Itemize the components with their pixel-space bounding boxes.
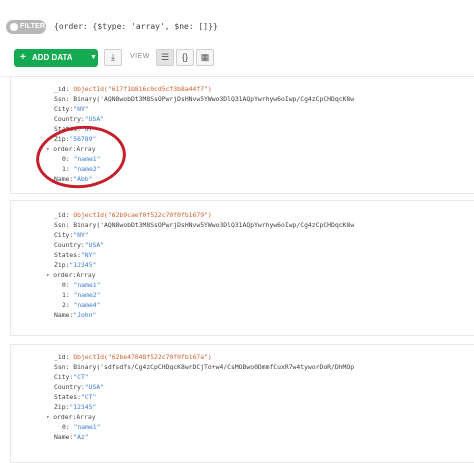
list-view-icon: ☰	[160, 52, 170, 62]
doc-field-country: Country:"USA"	[54, 383, 105, 391]
doc-field-ssn: Ssn: Binary('sdfsdfs/Cg4zCpCHDqcK8wrDCjT…	[54, 363, 355, 371]
doc-array-item: 0: "name1"	[62, 423, 101, 431]
add-data-button[interactable]: + ADD DATA ▼	[14, 49, 98, 67]
doc-array-item: 2: "name4"	[62, 301, 101, 309]
import-icon: ⤓	[111, 52, 115, 62]
doc-field-ssn: Ssn: Binary('AQN8wobDt3M8SsOPwrjDsHNvw5Y…	[54, 95, 355, 103]
filter-chip[interactable]: FILTER	[6, 20, 46, 34]
doc-field-name: Name:"John"	[54, 311, 97, 319]
doc-field-order[interactable]: ▾ order:Array	[46, 270, 96, 280]
doc-field-id: _id: ObjectId("62be47048f522c70f0fb167a"…	[54, 353, 212, 361]
table-view-button[interactable]: ▦	[196, 49, 214, 66]
table-view-icon: ▦	[200, 52, 210, 62]
doc-field-id: _id: ObjectId("62b9caef0f522c70f0fb1679"…	[54, 211, 212, 219]
doc-field-country: Country:"USA"	[54, 241, 105, 249]
json-view-icon: {}	[181, 52, 188, 62]
doc-field-zip: Zip:"12345"	[54, 261, 97, 269]
doc-field-city: City:"CT"	[54, 373, 89, 381]
add-data-label: ADD DATA	[32, 53, 73, 62]
doc-field-ssn: Ssn: Binary('AQN8wobDt3M8SsOPwrjDsHNvw5Y…	[54, 221, 355, 229]
caret-down-icon[interactable]: ▼	[90, 49, 97, 67]
doc-field-states: States:"CT"	[54, 393, 97, 401]
doc-field-city: City:"NY"	[54, 231, 89, 239]
doc-field-zip: Zip:"12345"	[54, 403, 97, 411]
filter-query-input[interactable]: {order: {$type: 'array', $ne: []}}	[54, 20, 218, 34]
view-label: VIEW	[130, 53, 150, 60]
doc-field-city: City:"NY"	[54, 105, 89, 113]
doc-array-item: 1: "name2"	[62, 291, 101, 299]
toolbar: + ADD DATA ▼ ⤓ VIEW ☰ {} ▦	[0, 40, 474, 77]
plus-icon: +	[20, 52, 26, 63]
filter-dot-icon	[10, 23, 18, 31]
doc-field-states: States:"NY"	[54, 251, 97, 259]
import-button[interactable]: ⤓	[104, 49, 122, 66]
filter-chip-label: FILTER	[20, 23, 46, 30]
filter-bar: FILTER {order: {$type: 'array', $ne: []}…	[0, 0, 474, 41]
list-view-button[interactable]: ☰	[156, 49, 174, 66]
doc-field-order[interactable]: ▾ order:Array	[46, 412, 96, 422]
doc-array-item: 0: "name1"	[62, 281, 101, 289]
doc-field-id: _id: ObjectId("617f1b816c0cd5cf3b8a44f7"…	[54, 85, 212, 93]
json-view-button[interactable]: {}	[176, 49, 194, 66]
doc-field-country: Country:"USA"	[54, 115, 105, 123]
doc-field-name: Name:"Az"	[54, 433, 89, 441]
